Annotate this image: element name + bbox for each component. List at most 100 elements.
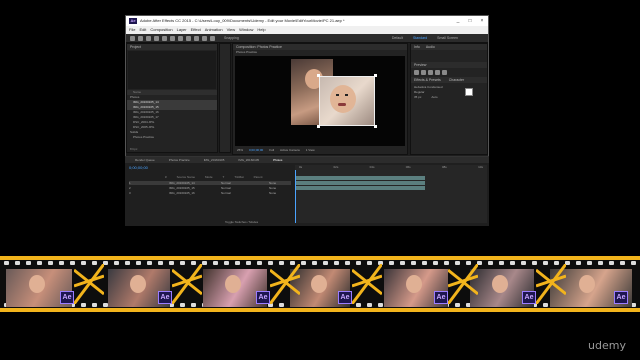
toggle-switches-modes[interactable]: Toggle Switches / Modes [225,220,258,224]
tab-photos[interactable]: Photos [273,157,282,163]
comp-subtab[interactable]: Photos Practice [233,50,407,55]
layer-parent: None [269,181,277,185]
timeline-column-headers: # Source Name Mode T TrkMat Parent [165,175,290,180]
sprocket-hole [246,261,251,265]
col-parent: Parent [253,175,263,179]
layer-bar[interactable] [295,186,425,190]
home-tool-icon[interactable] [130,35,135,41]
sprocket-hole [609,261,614,265]
sprocket-hole [213,261,218,265]
first-frame-icon[interactable] [414,70,419,75]
col-t: T [222,175,225,179]
maximize-button[interactable]: □ [464,16,476,26]
ae-badge-icon: Ae [158,291,172,304]
last-frame-icon[interactable] [442,70,447,75]
timeline-layer-row[interactable]: 3 IMG_20160105_16 Normal None [129,191,291,195]
tab-character[interactable]: Character [449,77,464,83]
selection-tool-icon[interactable] [138,35,143,41]
play-icon[interactable] [428,70,433,75]
tab-photos-practice[interactable]: Photos Practice [169,157,190,163]
menu-window[interactable]: Window [239,26,253,34]
composition-panel: Composition: Photos Practice Photos Prac… [232,43,408,155]
composition-footer: 25% 0;00;00;00 Full Active Camera 1 View [235,147,405,153]
views-dropdown[interactable]: 1 View [306,147,315,153]
sprocket-hole [125,261,130,265]
workspace-small-screen[interactable]: Small Screen [437,36,458,40]
transition-stripes [352,264,382,304]
rectangle-tool-icon[interactable] [186,35,191,41]
effect-controls-panel [219,43,231,153]
sprocket-hole [235,261,240,265]
timeline-layer-row[interactable]: 1 IMG_20160105_14 Normal None [129,181,291,185]
sprocket-hole [224,261,229,265]
menu-animation[interactable]: Animation [205,26,223,34]
composition-viewer[interactable] [235,56,405,146]
tab-audio[interactable]: Audio [426,44,435,50]
baby-face [492,275,508,293]
sprocket-hole [15,261,20,265]
ruler-tick: 06s [405,165,411,169]
prev-frame-icon[interactable] [421,70,426,75]
preview-controls [411,68,487,77]
col-num: # [165,175,167,179]
snapping-label[interactable]: Snapping [224,36,239,40]
menu-file[interactable]: File [129,26,135,34]
layer-bar[interactable] [295,176,425,180]
workspace-default[interactable]: Default [392,36,403,40]
project-item[interactable]: Photos Practice [127,135,217,140]
tab-img-1[interactable]: IMG_20160105 [204,157,225,163]
type-tool-icon[interactable] [202,35,207,41]
project-tab[interactable]: Project [127,44,217,50]
sprocket-hole [499,261,504,265]
menu-composition[interactable]: Composition [150,26,172,34]
hand-tool-icon[interactable] [146,35,151,41]
next-frame-icon[interactable] [435,70,440,75]
layer-mode: Normal [221,186,231,190]
bpc-label[interactable]: 8 bpc [130,147,137,151]
menu-help[interactable]: Help [257,26,265,34]
menu-effect[interactable]: Effect [191,26,201,34]
font-size-field[interactable]: 35 px [414,95,421,100]
resolution-dropdown[interactable]: Full [269,147,274,153]
sprocket-hole [323,261,328,265]
timeline-timecode[interactable]: 0;00;00;00 [129,165,148,170]
rotate-tool-icon[interactable] [162,35,167,41]
leading-field[interactable]: Auto [431,95,437,100]
layer-bar[interactable] [295,181,425,185]
close-button[interactable]: × [476,16,488,26]
pen-tool-icon[interactable] [194,35,199,41]
sprocket-hole [257,261,262,265]
zoom-dropdown[interactable]: 25% [237,147,243,153]
ae-badge-icon: Ae [522,291,536,304]
zoom-tool-icon[interactable] [154,35,159,41]
brush-tool-icon[interactable] [210,35,215,41]
tab-img-2[interactable]: IMG_20160105 [238,157,259,163]
layer-number: 3 [129,191,131,195]
tab-render-queue[interactable]: Render Queue [135,157,155,163]
fill-color-swatch[interactable] [465,88,473,96]
layer-mode: Normal [221,181,231,185]
tab-info[interactable]: Info [414,44,420,50]
time-ruler[interactable]: 0s 02s 04s 06s 08s 10s [295,165,487,170]
tab-effects-presets[interactable]: Effects & Presets [414,77,441,83]
playhead[interactable] [295,170,296,223]
photo-layer-selected[interactable] [319,76,375,126]
baby-face [225,275,241,293]
window-title: Adobe After Effects CC 2015 - C:\Users\L… [140,18,345,23]
title-bar: Ae Adobe After Effects CC 2015 - C:\User… [126,16,488,26]
camera-dropdown[interactable]: Active Camera [280,147,300,153]
timeline-panel: Render Queue Photos Practice IMG_2016010… [125,156,489,226]
sprocket-hole [422,261,427,265]
sprocket-hole [521,261,526,265]
timeline-graph-area[interactable]: 0s 02s 04s 06s 08s 10s [295,165,487,223]
workspace-standard[interactable]: Standard [413,36,427,40]
menu-layer[interactable]: Layer [177,26,187,34]
timeline-layer-row[interactable]: 2 IMG_20160105_15 Normal None [129,186,291,190]
menu-view[interactable]: View [227,26,236,34]
camera-tool-icon[interactable] [170,35,175,41]
minimize-button[interactable]: _ [452,16,464,26]
project-thumbnail-area [128,51,216,89]
pan-behind-tool-icon[interactable] [178,35,183,41]
menu-edit[interactable]: Edit [139,26,146,34]
current-time-display[interactable]: 0;00;00;00 [249,147,263,153]
